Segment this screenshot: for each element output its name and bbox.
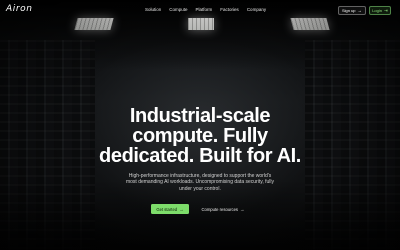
hero-subtext: High-performance infrastructure, designe… bbox=[0, 173, 400, 192]
compute-resources-link[interactable]: Compute resources → bbox=[198, 204, 248, 214]
subtext-line: under your control. bbox=[179, 185, 221, 192]
headline-line: dedicated. Built for AI. bbox=[99, 145, 301, 167]
login-label: Login bbox=[372, 8, 382, 13]
nav-link-platform[interactable]: Platform bbox=[196, 7, 213, 12]
arrow-right-icon: → bbox=[357, 8, 363, 13]
headline-line: compute. Fully bbox=[132, 125, 268, 147]
headline-line: Industrial-scale bbox=[129, 105, 271, 127]
get-started-label: Get started bbox=[156, 206, 178, 212]
get-started-button[interactable]: Get started → bbox=[151, 204, 189, 214]
nav-links: Solution Compute Platform Factories Comp… bbox=[145, 7, 266, 12]
nav-link-solution[interactable]: Solution bbox=[145, 7, 161, 12]
login-button[interactable]: Login ⇥ bbox=[369, 6, 391, 15]
compute-resources-label: Compute resources bbox=[201, 206, 239, 212]
nav-link-compute[interactable]: Compute bbox=[169, 7, 187, 12]
sign-up-label: Sign up bbox=[341, 8, 356, 13]
airon-logo[interactable]: Airon bbox=[6, 4, 33, 14]
sign-up-button[interactable]: Sign up → bbox=[338, 6, 366, 15]
arrow-right-icon: → bbox=[240, 206, 245, 212]
top-nav: Airon Solution Compute Platform Factorie… bbox=[0, 0, 400, 20]
hero-headline: Industrial-scale compute. Fully dedicate… bbox=[0, 106, 400, 166]
nav-link-company[interactable]: Company bbox=[247, 7, 266, 12]
login-icon: ⇥ bbox=[384, 7, 388, 13]
arrow-right-icon: → bbox=[179, 206, 184, 212]
nav-link-factories[interactable]: Factories bbox=[220, 7, 239, 12]
